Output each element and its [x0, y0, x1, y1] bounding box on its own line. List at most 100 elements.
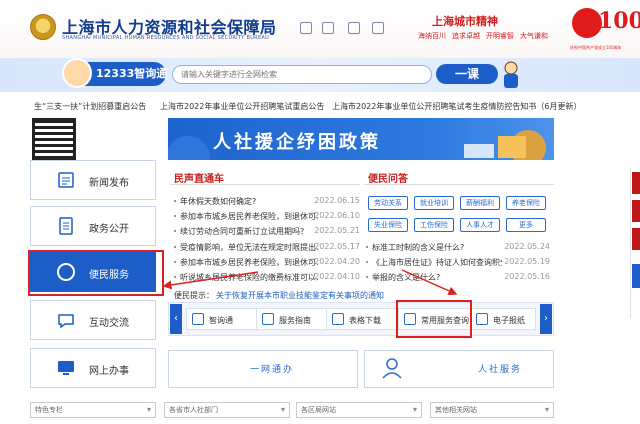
- monitor-icon: [58, 361, 74, 375]
- list-item-date: 2022.06.15: [314, 196, 360, 205]
- accessibility-icon[interactable]: [372, 22, 384, 34]
- list-item-date: 2022.05.16: [504, 272, 550, 281]
- list-item-title: 《上海市居住证》持证人如何查询积分?: [372, 258, 502, 267]
- carousel-prev-button[interactable]: ‹: [170, 304, 182, 334]
- list-item[interactable]: 年休假天数如何确定? 2022.06.15: [174, 196, 360, 212]
- list-item-title: 举报的含义是什么?: [372, 273, 441, 282]
- qa-panel-title[interactable]: 便民问答: [368, 170, 408, 185]
- city-spirit-title: 上海城市精神: [432, 15, 498, 28]
- sidebar-item-label: 网上办事: [89, 366, 129, 377]
- city-spirit-item: 开明睿智: [486, 32, 514, 40]
- sidebar-item-label: 互动交流: [89, 318, 129, 329]
- notice-link[interactable]: 上海市2022年事业单位公开招聘笔试重启公告: [160, 101, 324, 112]
- district-site-select[interactable]: 各区局网站: [296, 402, 422, 418]
- other-site-select[interactable]: 其他相关网站: [430, 402, 554, 418]
- service-label: 电子报纸: [493, 316, 525, 325]
- list-item[interactable]: 《上海市居住证》持证人如何查询积分? 2022.05.19: [366, 257, 550, 273]
- list-item-title: 续订劳动合同可重新订立试用期吗?: [180, 227, 305, 236]
- qa-tag-more[interactable]: 更多: [506, 218, 546, 232]
- qa-tag[interactable]: 人事人才: [460, 218, 500, 232]
- qa-tag[interactable]: 劳动关系: [368, 196, 408, 210]
- qa-tag[interactable]: 就业培训: [414, 196, 454, 210]
- sidebar-item-news[interactable]: 新闻发布: [30, 160, 156, 200]
- bureau-logo[interactable]: [30, 14, 56, 40]
- anniversary-number: 100: [598, 8, 640, 34]
- list-item[interactable]: 参加本市城乡居民养老保险，到退休可... 2022.04.20: [174, 257, 360, 273]
- list-item-date: 2022.04.20: [314, 257, 360, 266]
- org-subtitle: SHANGHAI MUNICIPAL HUMAN RESOURCES AND S…: [62, 35, 270, 41]
- list-item-date: 2022.05.19: [504, 257, 550, 266]
- user-icon: [382, 358, 402, 379]
- sidebar-item-interaction[interactable]: 互动交流: [30, 300, 156, 340]
- assistant-icon: [192, 313, 204, 325]
- document-icon: [59, 217, 73, 235]
- qa-tag[interactable]: 薪酬福利: [460, 196, 500, 210]
- search-input[interactable]: [172, 65, 432, 84]
- city-spirit-item: 海纳百川: [418, 32, 446, 40]
- block-label: 人社服务: [478, 365, 523, 375]
- service-label: 智询通: [209, 316, 233, 325]
- list-item-title: 标准工时制的含义是什么?: [372, 243, 465, 252]
- service-label: 服务指南: [279, 316, 311, 325]
- qa-tag[interactable]: 养老保险: [506, 196, 546, 210]
- list-item[interactable]: 参加本市城乡居民养老保险，到退休可... 2022.06.10: [174, 211, 360, 227]
- list-item-title: 受疫情影响，单位无法在规定时限提出...: [180, 243, 318, 252]
- list-item-date: 2022.05.17: [314, 242, 360, 251]
- notice-link[interactable]: 生“三支一扶”计划招募重启公告: [34, 101, 146, 112]
- list-item-date: 2022.04.10: [314, 272, 360, 281]
- qr-code: [32, 118, 76, 162]
- featured-column-select[interactable]: 特色专栏: [30, 402, 156, 418]
- chat-bubble-icon: [58, 314, 74, 329]
- city-spirit-item: 追求卓越: [452, 32, 480, 40]
- search-button[interactable]: 一课: [436, 64, 498, 84]
- mobile-icon[interactable]: [348, 22, 360, 34]
- list-item-date: 2022.06.10: [314, 211, 360, 220]
- qa-tag[interactable]: 工伤保险: [414, 218, 454, 232]
- table-icon: [332, 313, 344, 325]
- list-item[interactable]: 标准工时制的含义是什么? 2022.05.24: [366, 242, 550, 258]
- service-label: 表格下载: [349, 316, 381, 325]
- weibo-icon[interactable]: [300, 22, 312, 34]
- newspaper-icon: [58, 172, 74, 188]
- list-item[interactable]: 举报的含义是什么? 2022.05.16: [366, 272, 550, 288]
- list-item-title: 听说城乡居民养老保险的缴费标准可以...: [180, 273, 318, 282]
- list-item[interactable]: 听说城乡居民养老保险的缴费标准可以... 2022.04.10: [174, 272, 360, 288]
- mascot-icon: [504, 61, 518, 88]
- panel-divider: [170, 184, 360, 185]
- edge-block[interactable]: [632, 172, 640, 194]
- provincial-hr-select[interactable]: 各省市人社部门: [164, 402, 290, 418]
- service-zhixuntong[interactable]: 智询通: [186, 308, 260, 330]
- service-form-download[interactable]: 表格下载: [326, 308, 400, 330]
- list-item[interactable]: 受疫情影响，单位无法在规定时限提出... 2022.05.17: [174, 242, 360, 258]
- carousel-next-button[interactable]: ›: [540, 304, 552, 334]
- banner-title: 人社援企纾困政策: [213, 132, 381, 153]
- list-item-title: 参加本市城乡居民养老保险，到退休可...: [180, 258, 318, 267]
- list-item-date: 2022.05.21: [314, 226, 360, 235]
- wechat-icon[interactable]: [322, 22, 334, 34]
- service-guide[interactable]: 服务指南: [256, 308, 330, 330]
- qa-tag[interactable]: 失业保险: [368, 218, 408, 232]
- sidebar-item-online-service[interactable]: 网上办事: [30, 348, 156, 388]
- edge-block[interactable]: [632, 228, 640, 250]
- city-spirit-items: 海纳百川 追求卓越 开明睿智 大气谦和: [418, 31, 554, 41]
- news-panel-title[interactable]: 民声直通车: [174, 170, 224, 185]
- block-label: 一网通办: [250, 365, 295, 375]
- sidebar-item-gov-affairs[interactable]: 政务公开: [30, 206, 156, 246]
- edge-block[interactable]: [632, 264, 640, 288]
- tip-link[interactable]: 关于恢复开展本市职业技能鉴定有关事项的通知: [216, 290, 384, 301]
- list-item[interactable]: 续订劳动合同可重新订立试用期吗? 2022.05.21: [174, 226, 360, 242]
- city-spirit-item: 大气谦和: [520, 32, 548, 40]
- panel-divider: [364, 184, 554, 185]
- tip-label: 便民提示：: [174, 291, 214, 300]
- list-item-title: 参加本市城乡居民养老保险，到退休可...: [180, 212, 318, 221]
- list-item-title: 年休假天数如何确定?: [180, 197, 257, 206]
- edge-block[interactable]: [632, 200, 640, 222]
- newspaper-icon: [476, 313, 488, 325]
- assistant-avatar-icon: [62, 58, 92, 88]
- anniversary-text: 庆祝中国共产党成立100周年: [570, 45, 622, 50]
- guide-icon: [262, 313, 274, 325]
- list-item-date: 2022.05.24: [504, 242, 550, 251]
- service-e-newspaper[interactable]: 电子报纸: [470, 308, 536, 330]
- annotation-highlight-box: [396, 300, 472, 338]
- notice-link[interactable]: 上海市2022年事业单位公开招聘笔试考生疫情防控告知书（6月更新）: [332, 101, 581, 112]
